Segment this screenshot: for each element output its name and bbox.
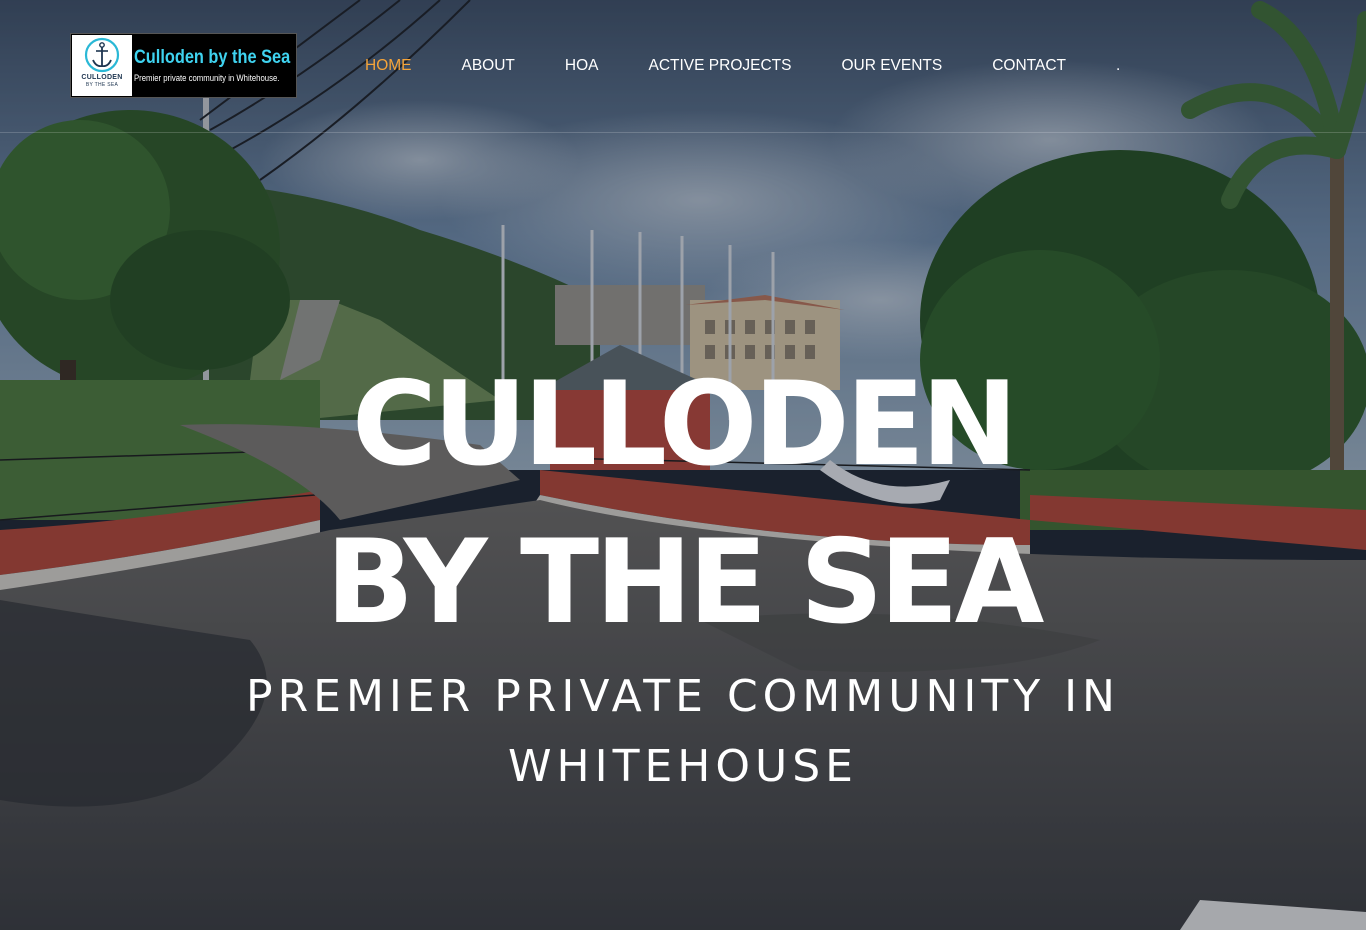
logo-badge-subname: BY THE SEA xyxy=(85,82,119,88)
hero-subtitle-line-1: PREMIER PRIVATE COMMUNITY IN xyxy=(246,671,1120,722)
nav-item-contact[interactable]: CONTACT xyxy=(967,57,1091,75)
logo-tagline: Premier private community in Whitehouse. xyxy=(134,73,280,83)
anchor-icon xyxy=(84,37,120,73)
logo-badge-name: CULLODEN xyxy=(81,74,123,81)
nav-item-home[interactable]: HOME xyxy=(340,57,437,75)
nav-item-our-events[interactable]: OUR EVENTS xyxy=(816,57,967,75)
nav-item-hoa[interactable]: HOA xyxy=(540,57,624,75)
nav-item-about[interactable]: ABOUT xyxy=(437,57,540,75)
nav-item-dot[interactable]: . xyxy=(1091,57,1145,75)
site-logo[interactable]: CULLODEN BY THE SEA Culloden by the Sea … xyxy=(70,33,297,98)
hero-section: CULLODEN BY THE SEA Culloden by the Sea … xyxy=(0,0,1366,930)
hero-subtitle-line-2: WHITEHOUSE xyxy=(508,741,858,792)
hero-subtitle: PREMIER PRIVATE COMMUNITY IN WHITEHOUSE xyxy=(183,662,1183,802)
nav-item-active-projects[interactable]: ACTIVE PROJECTS xyxy=(624,57,817,75)
hero-title: CULLODEN BY THE SEA xyxy=(0,346,1366,662)
hero-title-line-1: CULLODEN xyxy=(351,357,1018,492)
hero-title-line-2: BY THE SEA xyxy=(325,515,1045,650)
logo-badge: CULLODEN BY THE SEA xyxy=(72,35,132,96)
site-header: CULLODEN BY THE SEA Culloden by the Sea … xyxy=(0,0,1366,133)
logo-title: Culloden by the Sea xyxy=(134,47,291,68)
main-nav: HOME ABOUT HOA ACTIVE PROJECTS OUR EVENT… xyxy=(340,52,1145,80)
